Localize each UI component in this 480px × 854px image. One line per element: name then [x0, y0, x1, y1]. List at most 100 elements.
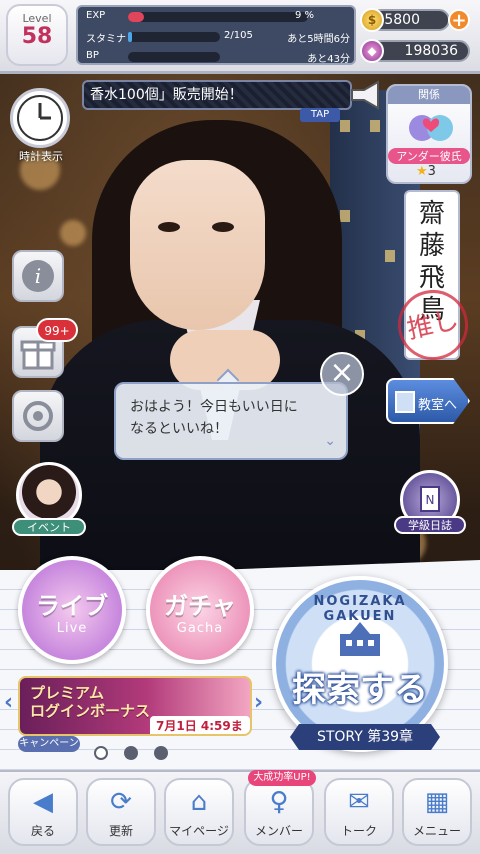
gold-value: 5800	[384, 12, 420, 28]
stamina-value: 2/105	[224, 30, 253, 41]
live-subtitle: Live	[56, 621, 88, 636]
news-ticker[interactable]: 香水100個」販売開始！	[82, 80, 352, 110]
back-arrow-icon: ◀	[33, 787, 53, 817]
stamina-label: スタミナ	[86, 34, 126, 45]
campaign-banner[interactable]: プレミアム ログインボーナス 7月1日 4:59まで	[18, 676, 252, 736]
relation-star-count: 3	[427, 164, 436, 179]
nav-back-button[interactable]: ◀ 戻る	[8, 778, 78, 846]
live-title: ライブ	[36, 592, 108, 620]
banner-next-arrow[interactable]: ›	[254, 690, 263, 715]
relation-header: 関係	[388, 86, 470, 104]
success-rate-up-badge: 大成功率UP!	[248, 770, 316, 786]
star-icon: ★	[416, 164, 428, 179]
live-button[interactable]: ライブ Live	[18, 556, 126, 664]
bp-row: BP あと43分	[82, 49, 354, 65]
gem-value: 198036	[404, 43, 458, 59]
nav-label: メンバー	[254, 824, 303, 838]
nav-label: 戻る	[30, 824, 55, 838]
relation-title: アンダー彼氏	[388, 148, 470, 164]
gacha-title: ガチャ	[164, 592, 236, 620]
info-icon: i	[22, 260, 54, 292]
gacha-button[interactable]: ガチャ Gacha	[146, 556, 254, 664]
campaign-title: プレミアム ログインボーナス	[30, 684, 150, 720]
speech-line-2: なるといいね！	[130, 421, 228, 437]
exp-label: EXP	[86, 10, 106, 21]
explore-title: 探索する	[292, 670, 428, 710]
nav-talk-button[interactable]: ✉ トーク	[324, 778, 394, 846]
exp-bar-fill	[128, 12, 145, 22]
gold-coin-icon: $	[360, 8, 384, 32]
svg-text:N: N	[426, 493, 435, 507]
level-value: 58	[21, 24, 53, 49]
nav-label: メニュー	[412, 824, 461, 838]
sync-button[interactable]	[12, 390, 64, 442]
classroom-label: 教室へ	[418, 398, 458, 413]
exp-row: EXP 9 %	[82, 9, 354, 25]
campaign-title-line-2: ログインボーナス	[30, 702, 151, 720]
nav-label: マイページ	[169, 824, 229, 838]
go-to-classroom-button[interactable]: 教室へ	[386, 378, 470, 424]
stamina-timer: あと5時間6分	[287, 34, 350, 45]
character-face	[130, 160, 265, 330]
chevron-down-icon: ⌄	[324, 433, 336, 449]
level-badge[interactable]: Level 58	[6, 4, 68, 66]
banner-page-dot[interactable]	[124, 746, 138, 760]
close-bubble-button[interactable]: ×	[320, 352, 364, 396]
speech-bubble[interactable]: おはよう！今日もいい日に なるといいね！ ⌄	[114, 382, 348, 460]
event-label[interactable]: イベント	[12, 518, 86, 536]
add-gold-button[interactable]: +	[448, 9, 470, 31]
nav-label: トーク	[340, 824, 377, 838]
grid-menu-icon: ▦	[424, 787, 450, 817]
banner-page-dot[interactable]	[154, 746, 168, 760]
gacha-subtitle: Gacha	[176, 621, 224, 636]
relation-hearts-icon	[409, 115, 453, 141]
player-stats-panel: EXP 9 % スタミナ 2/105 あと5時間6分 BP あと43分	[76, 5, 356, 65]
member-icon: ♀	[269, 787, 289, 817]
clock-icon	[17, 95, 63, 141]
present-count-badge: 99+	[36, 318, 78, 342]
speech-line-1: おはよう！今日もいい日に	[130, 399, 298, 415]
clock-display-button[interactable]	[10, 88, 70, 148]
ticker-tap-label[interactable]: TAP	[300, 108, 340, 122]
sync-icon	[23, 401, 53, 431]
nav-menu-button[interactable]: ▦ メニュー	[402, 778, 472, 846]
relationship-card[interactable]: 関係 アンダー彼氏 ★3	[386, 84, 472, 184]
door-icon	[395, 391, 415, 413]
story-chapter-ribbon: STORY 第39章	[290, 724, 440, 750]
home-icon: ⌂	[190, 787, 208, 817]
character-eye	[158, 222, 180, 232]
gem-counter: 198036	[370, 40, 470, 62]
svg-text:i: i	[35, 264, 41, 288]
name-char: 齋	[418, 199, 445, 229]
stamina-bar	[128, 32, 220, 42]
gem-icon: ◆	[360, 39, 384, 63]
megaphone-icon[interactable]	[348, 80, 382, 110]
banner-prev-arrow[interactable]: ‹	[4, 690, 13, 715]
bp-label: BP	[86, 50, 99, 61]
exp-value: 9 %	[294, 10, 314, 21]
nav-mypage-button[interactable]: ⌂ マイページ	[164, 778, 234, 846]
nav-label: 更新	[108, 824, 133, 838]
bp-bar	[128, 52, 220, 62]
stamina-row: スタミナ 2/105 あと5時間6分	[82, 29, 354, 45]
class-diary-label[interactable]: 学級日誌	[394, 516, 466, 534]
explore-arc-text: NOGIZAKA GAKUEN	[313, 594, 407, 624]
refresh-icon: ⟳	[110, 787, 132, 817]
campaign-date: 7月1日 4:59まで	[150, 716, 250, 734]
bp-timer: あと43分	[307, 54, 350, 65]
bokeh-light	[60, 220, 86, 246]
nav-refresh-button[interactable]: ⟳ 更新	[86, 778, 156, 846]
ticker-text: 香水100個」販売開始！	[90, 87, 243, 103]
info-button[interactable]: i	[12, 250, 64, 302]
clock-display-label: 時計表示	[19, 150, 63, 163]
nav-member-button[interactable]: ♀ メンバー	[244, 778, 314, 846]
chat-icon: ✉	[348, 787, 370, 817]
relation-stars: ★3	[416, 164, 436, 179]
stamina-bar-fill	[128, 32, 132, 42]
campaign-title-line-1: プレミアム	[30, 684, 104, 702]
close-icon: ×	[329, 355, 355, 390]
campaign-tag: キャンペーン	[18, 736, 80, 752]
banner-page-dot-active[interactable]	[94, 746, 108, 760]
name-char: 藤	[418, 231, 445, 261]
character-eye	[212, 222, 234, 232]
